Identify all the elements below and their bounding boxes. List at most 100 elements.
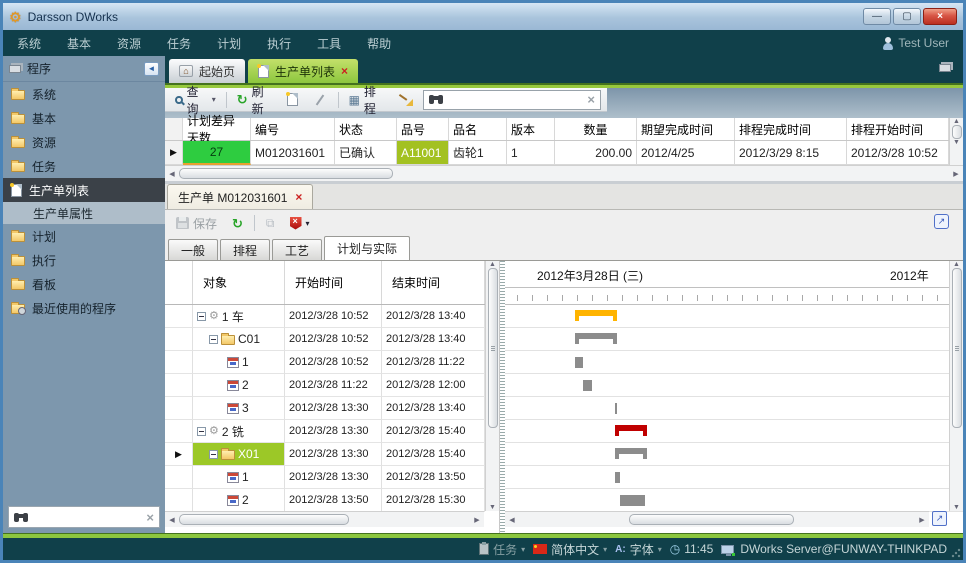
scroll-left-icon[interactable]: ◀ bbox=[165, 170, 179, 178]
gantt-bar-summary[interactable] bbox=[575, 310, 617, 316]
sidebar-item-task[interactable]: 任务 bbox=[3, 154, 165, 178]
scroll-down-icon[interactable]: ▼ bbox=[950, 139, 964, 146]
status-language-menu[interactable]: 简体中文 ▾ bbox=[533, 541, 607, 558]
structure-button[interactable]: ⧉ bbox=[262, 215, 279, 231]
save-button[interactable]: 保存 bbox=[172, 213, 221, 234]
scroll-up-icon[interactable]: ▲ bbox=[486, 261, 500, 268]
detail-doc-tab[interactable]: 生产单 M012031601 × bbox=[167, 184, 313, 209]
maximize-button[interactable]: ▢ bbox=[893, 8, 921, 25]
menu-plan[interactable]: 计划 bbox=[217, 35, 241, 52]
tab-close-icon[interactable]: × bbox=[341, 65, 348, 77]
scrollbar-thumb[interactable] bbox=[952, 268, 962, 428]
user-area[interactable]: Test User bbox=[883, 36, 949, 50]
scrollbar-thumb[interactable] bbox=[952, 125, 962, 139]
menu-basic[interactable]: 基本 bbox=[67, 35, 91, 52]
collapse-node-icon[interactable] bbox=[197, 312, 206, 321]
table-row[interactable]: 2 2012/3/28 13:50 2012/3/28 15:30 bbox=[165, 489, 499, 512]
scrollbar-thumb[interactable] bbox=[488, 268, 498, 428]
sidebar-search-input[interactable] bbox=[33, 511, 141, 523]
sidebar-item-recent-programs[interactable]: 最近使用的程序 bbox=[3, 296, 165, 320]
gantt-navigate-icon[interactable]: ↗ bbox=[932, 511, 947, 526]
gantt-bar-task[interactable] bbox=[583, 380, 593, 391]
schedule-table-vscrollbar[interactable]: ▲ ▼ bbox=[485, 261, 499, 511]
subtab-plan-vs-actual[interactable]: 计划与实际 bbox=[324, 236, 410, 260]
table-row[interactable]: 3 2012/3/28 13:30 2012/3/28 13:40 bbox=[165, 397, 499, 420]
table-row[interactable]: 1 2012/3/28 13:30 2012/3/28 13:50 bbox=[165, 466, 499, 489]
tab-production-order-list[interactable]: 生产单列表 × bbox=[248, 59, 358, 83]
column-header[interactable]: 开始时间 bbox=[285, 261, 382, 304]
list-search-clear-icon[interactable]: × bbox=[587, 93, 595, 106]
close-button[interactable]: × bbox=[923, 8, 957, 25]
column-header[interactable]: 排程开始时间 bbox=[847, 118, 949, 140]
schedule-table-hscrollbar[interactable]: ◀ ▶ bbox=[165, 511, 484, 527]
column-header[interactable]: 编号 bbox=[251, 118, 335, 140]
menu-resource[interactable]: 资源 bbox=[117, 35, 141, 52]
sidebar-item-execute[interactable]: 执行 bbox=[3, 248, 165, 272]
column-header[interactable]: 状态 bbox=[335, 118, 397, 140]
column-header[interactable]: 对象 bbox=[193, 261, 285, 304]
menu-task[interactable]: 任务 bbox=[167, 35, 191, 52]
menu-execute[interactable]: 执行 bbox=[267, 35, 291, 52]
minimize-button[interactable]: — bbox=[863, 8, 891, 25]
sidebar-item-resource[interactable]: 资源 bbox=[3, 130, 165, 154]
column-header[interactable]: 版本 bbox=[507, 118, 555, 140]
sidebar-collapse-button[interactable]: ◄ bbox=[144, 62, 159, 76]
table-row-selected[interactable]: ▶ X01 2012/3/28 13:30 2012/3/28 15:40 bbox=[165, 443, 499, 466]
menu-tools[interactable]: 工具 bbox=[317, 35, 341, 52]
orders-grid-vscrollbar[interactable]: ▲ ▼ bbox=[949, 118, 963, 165]
status-font-menu[interactable]: A: 字体 ▾ bbox=[615, 541, 662, 558]
sidebar-search-clear-icon[interactable]: × bbox=[146, 511, 154, 524]
table-row[interactable]: C01 2012/3/28 10:52 2012/3/28 13:40 bbox=[165, 328, 499, 351]
schedule-button[interactable]: ▦ 排程 bbox=[345, 81, 389, 119]
scroll-up-icon[interactable]: ▲ bbox=[950, 118, 964, 125]
gantt-bar-task[interactable] bbox=[575, 357, 583, 368]
edit-button[interactable] bbox=[308, 97, 332, 103]
open-new-window-icon[interactable]: ↗ bbox=[934, 214, 949, 229]
scroll-down-icon[interactable]: ▼ bbox=[950, 504, 964, 511]
subtab-schedule[interactable]: 排程 bbox=[220, 239, 270, 260]
column-header[interactable]: 品号 bbox=[397, 118, 449, 140]
subtab-general[interactable]: 一般 bbox=[168, 239, 218, 260]
scroll-right-icon[interactable]: ▶ bbox=[949, 170, 963, 178]
scroll-right-icon[interactable]: ▶ bbox=[915, 516, 929, 524]
table-row[interactable]: ⚙ 1 车 2012/3/28 10:52 2012/3/28 13:40 bbox=[165, 305, 499, 328]
scroll-left-icon[interactable]: ◀ bbox=[165, 516, 179, 524]
sidebar-item-production-order-props[interactable]: 生产单属性 bbox=[3, 202, 165, 224]
delete-guard-button[interactable]: ▾ bbox=[286, 215, 314, 232]
collapse-node-icon[interactable] bbox=[197, 427, 206, 436]
clean-button[interactable] bbox=[395, 91, 417, 109]
scroll-left-icon[interactable]: ◀ bbox=[505, 516, 519, 524]
gantt-bar-summary[interactable] bbox=[575, 333, 617, 339]
scroll-up-icon[interactable]: ▲ bbox=[950, 261, 964, 268]
scroll-right-icon[interactable]: ▶ bbox=[470, 516, 484, 524]
sidebar-item-kanban[interactable]: 看板 bbox=[3, 272, 165, 296]
list-search-input[interactable] bbox=[448, 94, 582, 106]
resize-grip[interactable] bbox=[951, 548, 961, 558]
sidebar-item-production-order-list[interactable]: 生产单列表 bbox=[3, 178, 165, 202]
sidebar-item-basic[interactable]: 基本 bbox=[3, 106, 165, 130]
table-row[interactable]: 1 2012/3/28 10:52 2012/3/28 11:22 bbox=[165, 351, 499, 374]
order-row[interactable]: ▶ 27 M012031601 已确认 A11001 齿轮1 1 200.00 … bbox=[165, 141, 963, 165]
gantt-vscrollbar[interactable]: ▲ ▼ bbox=[949, 261, 963, 511]
scrollbar-thumb[interactable] bbox=[629, 514, 794, 525]
column-header[interactable]: 品名 bbox=[449, 118, 507, 140]
scrollbar-thumb[interactable] bbox=[179, 514, 349, 525]
subtab-process[interactable]: 工艺 bbox=[272, 239, 322, 260]
table-row[interactable]: 2 2012/3/28 11:22 2012/3/28 12:00 bbox=[165, 374, 499, 397]
tab-start-page[interactable]: ⌂ 起始页 bbox=[169, 59, 245, 83]
column-header[interactable]: 排程完成时间 bbox=[735, 118, 847, 140]
column-header[interactable]: 结束时间 bbox=[382, 261, 485, 304]
orders-grid-hscrollbar[interactable]: ◀ ▶ bbox=[165, 165, 963, 181]
window-list-icon[interactable] bbox=[939, 64, 951, 72]
sidebar-item-system[interactable]: 系统 bbox=[3, 82, 165, 106]
gantt-bar-task[interactable] bbox=[615, 472, 620, 483]
gantt-bar-task[interactable] bbox=[620, 495, 645, 506]
menu-system[interactable]: 系统 bbox=[17, 35, 41, 52]
column-header[interactable]: 期望完成时间 bbox=[637, 118, 735, 140]
detail-tab-close-icon[interactable]: × bbox=[295, 191, 302, 203]
scrollbar-thumb[interactable] bbox=[179, 168, 393, 179]
sidebar-item-plan[interactable]: 计划 bbox=[3, 224, 165, 248]
gantt-bar-summary[interactable] bbox=[615, 425, 648, 431]
scroll-down-icon[interactable]: ▼ bbox=[486, 504, 500, 511]
new-button[interactable] bbox=[283, 91, 302, 108]
